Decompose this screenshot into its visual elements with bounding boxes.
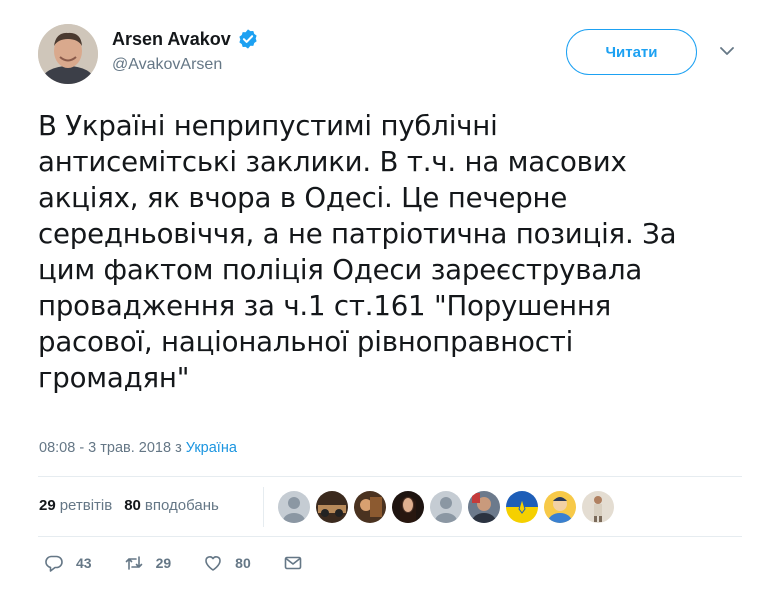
liker-avatar[interactable]: [278, 491, 310, 523]
stats-separator: [263, 487, 264, 527]
liker-avatar[interactable]: [468, 491, 500, 523]
tweet-location-link[interactable]: Україна: [186, 440, 237, 456]
reply-count: 43: [76, 555, 92, 571]
chevron-down-icon[interactable]: [720, 46, 734, 56]
like-button[interactable]: 80: [203, 553, 251, 573]
retweets-stat[interactable]: 29 ретвітів: [39, 497, 112, 514]
verified-badge-icon: [239, 29, 257, 49]
likes-label: вподобань: [144, 497, 219, 514]
liker-avatar[interactable]: [544, 491, 576, 523]
liker-avatar[interactable]: [582, 491, 614, 523]
tweet-timestamp[interactable]: 08:08 - 3 трав. 2018 з: [39, 440, 186, 456]
liker-avatar[interactable]: [354, 491, 386, 523]
liker-avatar[interactable]: [392, 491, 424, 523]
author-display-name[interactable]: Arsen Avakov: [112, 28, 259, 50]
author-name-text[interactable]: Arsen Avakov: [112, 29, 231, 50]
likes-count: 80: [124, 497, 141, 514]
retweets-label: ретвітів: [59, 497, 113, 514]
tweet-actions: 43 29 80: [44, 553, 335, 573]
retweet-count: 29: [155, 555, 172, 571]
direct-message-button[interactable]: [283, 553, 303, 573]
retweet-button[interactable]: 29: [124, 553, 172, 573]
tweet-header: Arsen Avakov @AvakovArsen Читати: [38, 24, 744, 84]
reply-button[interactable]: 43: [44, 553, 92, 573]
follow-button[interactable]: Читати: [566, 29, 697, 75]
author-handle[interactable]: @AvakovArsen: [112, 56, 259, 74]
heart-icon: [205, 556, 221, 571]
liker-avatar[interactable]: [430, 491, 462, 523]
retweet-icon: [125, 556, 142, 570]
tweet-text: В Україні неприпустимі публічні антисемі…: [38, 109, 677, 394]
author-names: Arsen Avakov @AvakovArsen: [112, 28, 259, 74]
likes-stat[interactable]: 80 вподобань: [124, 497, 219, 514]
divider: [38, 476, 742, 477]
divider: [38, 536, 742, 537]
liker-avatars: [278, 491, 614, 523]
reply-icon: [45, 555, 63, 572]
like-count: 80: [235, 555, 251, 571]
liker-avatar[interactable]: [316, 491, 348, 523]
tweet-stats: 29 ретвітів 80 вподобань: [39, 497, 219, 514]
envelope-icon: [284, 556, 302, 570]
liker-avatar[interactable]: [506, 491, 538, 523]
tweet-metadata: 08:08 - 3 трав. 2018 з Україна: [39, 440, 237, 456]
retweets-count: 29: [39, 497, 56, 514]
author-avatar[interactable]: [38, 24, 98, 84]
